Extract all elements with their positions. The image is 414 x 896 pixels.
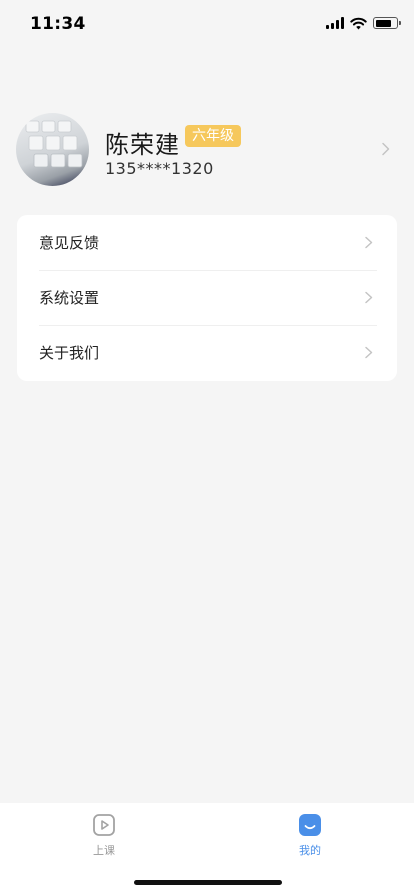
battery-icon (373, 17, 401, 29)
menu-item-label: 系统设置 (39, 289, 100, 307)
signal-icon (326, 17, 344, 29)
menu-item-label: 关于我们 (39, 344, 100, 362)
status-icons (326, 16, 401, 30)
chevron-right-icon (382, 142, 390, 156)
chevron-right-icon (365, 236, 373, 249)
menu-item-label: 意见反馈 (39, 234, 100, 252)
user-phone: 135****1320 (105, 159, 214, 178)
user-name: 陈荣建 (105, 131, 180, 159)
status-bar: 11:34 (0, 0, 414, 50)
status-time: 11:34 (30, 14, 86, 34)
grade-badge: 六年级 (185, 125, 241, 147)
menu-item-settings[interactable]: 系统设置 (17, 270, 397, 325)
profile-header[interactable]: 陈荣建 六年级 135****1320 (0, 105, 414, 195)
chevron-right-icon (365, 291, 373, 304)
tab-label: 上课 (93, 844, 115, 857)
menu-item-about[interactable]: 关于我们 (17, 325, 397, 380)
chevron-right-icon (365, 346, 373, 359)
tab-label: 我的 (299, 844, 321, 857)
home-indicator (134, 880, 282, 885)
tab-lesson[interactable]: 上课 (64, 813, 144, 863)
wifi-icon (350, 17, 367, 29)
play-icon (93, 814, 115, 836)
tab-mine[interactable]: 我的 (270, 813, 350, 863)
avatar[interactable] (16, 113, 89, 186)
menu-item-feedback[interactable]: 意见反馈 (17, 215, 397, 270)
menu-card: 意见反馈 系统设置 关于我们 (17, 215, 397, 381)
smile-icon (299, 814, 321, 836)
